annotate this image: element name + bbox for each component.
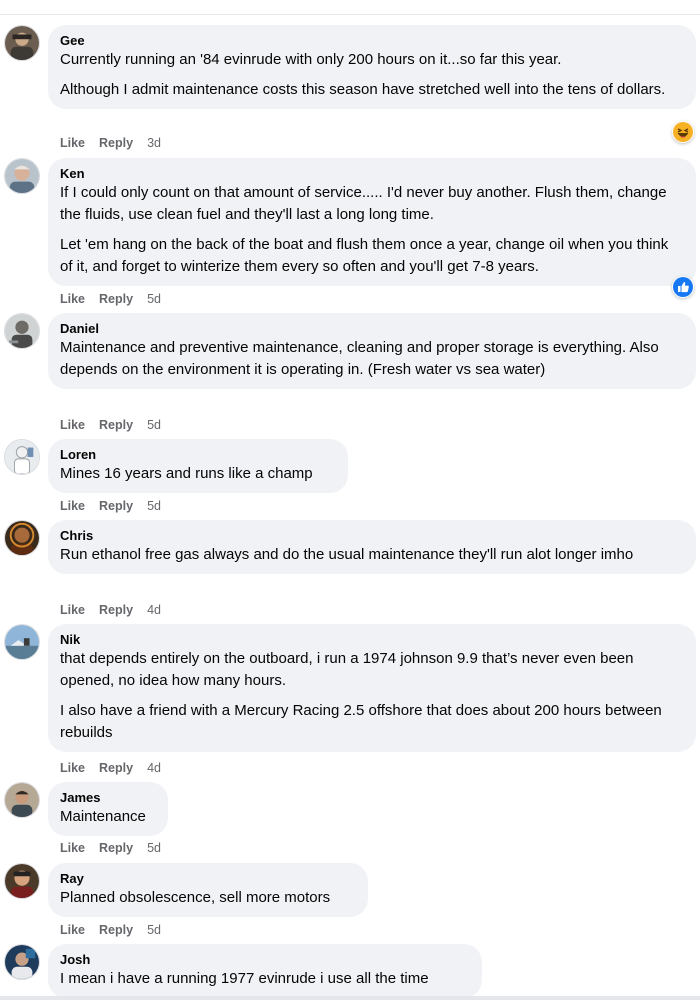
commenter-name[interactable]: Gee bbox=[60, 33, 684, 49]
comment-age[interactable]: 5d bbox=[147, 923, 161, 937]
like-button[interactable]: Like bbox=[60, 603, 85, 617]
comment-age[interactable]: 4d bbox=[147, 603, 161, 617]
commenter-name[interactable]: Loren bbox=[60, 447, 336, 463]
avatar[interactable] bbox=[4, 158, 40, 194]
comment-bubble: Nik that depends entirely on the outboar… bbox=[48, 624, 696, 752]
commenter-name[interactable]: Josh bbox=[60, 952, 470, 968]
comment-text: that depends entirely on the outboard, i… bbox=[60, 650, 634, 689]
comment-text: Maintenance bbox=[60, 808, 146, 825]
comment-text: Currently running an '84 evinrude with o… bbox=[60, 51, 562, 68]
comment-bubble: Ken If I could only count on that amount… bbox=[48, 158, 696, 286]
scrollbar-track[interactable] bbox=[0, 996, 700, 1000]
commenter-name[interactable]: Nik bbox=[60, 632, 684, 648]
like-button[interactable]: Like bbox=[60, 761, 85, 775]
comment-actions: Like Reply 3d bbox=[60, 135, 161, 151]
comment-bubble: James Maintenance bbox=[48, 782, 168, 836]
comment-actions: Like Reply 5d bbox=[60, 840, 161, 856]
comment-age[interactable]: 3d bbox=[147, 136, 161, 150]
reply-button[interactable]: Reply bbox=[99, 499, 133, 513]
comment-age[interactable]: 5d bbox=[147, 499, 161, 513]
comment-actions: Like Reply 5d bbox=[60, 417, 161, 433]
comment-actions: Like Reply 5d bbox=[60, 291, 161, 307]
avatar[interactable] bbox=[4, 944, 40, 980]
commenter-name[interactable]: Chris bbox=[60, 528, 684, 544]
reply-button[interactable]: Reply bbox=[99, 761, 133, 775]
reply-button[interactable]: Reply bbox=[99, 923, 133, 937]
comment-bubble: Chris Run ethanol free gas always and do… bbox=[48, 520, 696, 574]
comment-actions: Like Reply 5d bbox=[60, 922, 161, 938]
reply-button[interactable]: Reply bbox=[99, 136, 133, 150]
avatar[interactable] bbox=[4, 439, 40, 475]
comment-text: Let 'em hang on the back of the boat and… bbox=[60, 236, 669, 275]
reply-button[interactable]: Reply bbox=[99, 418, 133, 432]
avatar[interactable] bbox=[4, 782, 40, 818]
comment-text: I mean i have a running 1977 evinrude i … bbox=[60, 970, 429, 987]
comment-actions: Like Reply 4d bbox=[60, 760, 161, 776]
top-divider bbox=[0, 14, 700, 15]
commenter-name[interactable]: Ken bbox=[60, 166, 684, 182]
comment-text: Run ethanol free gas always and do the u… bbox=[60, 546, 634, 563]
comment-actions: Like Reply 4d bbox=[60, 602, 161, 618]
comment-bubble: Josh I mean i have a running 1977 evinru… bbox=[48, 944, 482, 998]
comment-bubble: Daniel Maintenance and preventive mainte… bbox=[48, 313, 696, 389]
comment-text: I also have a friend with a Mercury Raci… bbox=[60, 702, 662, 741]
commenter-name[interactable]: James bbox=[60, 790, 156, 806]
comment-bubble: Gee Currently running an '84 evinrude wi… bbox=[48, 25, 696, 109]
comment-text: Maintenance and preventive maintenance, … bbox=[60, 339, 659, 378]
reply-button[interactable]: Reply bbox=[99, 292, 133, 306]
commenter-name[interactable]: Daniel bbox=[60, 321, 684, 337]
avatar[interactable] bbox=[4, 313, 40, 349]
comment-text: Although I admit maintenance costs this … bbox=[60, 81, 666, 98]
like-button[interactable]: Like bbox=[60, 136, 85, 150]
avatar[interactable] bbox=[4, 520, 40, 556]
comment-age[interactable]: 5d bbox=[147, 292, 161, 306]
avatar[interactable] bbox=[4, 25, 40, 61]
commenter-name[interactable]: Ray bbox=[60, 871, 356, 887]
comment-text: If I could only count on that amount of … bbox=[60, 184, 667, 223]
comment-text: Planned obsolescence, sell more motors bbox=[60, 889, 331, 906]
comment-bubble: Loren Mines 16 years and runs like a cha… bbox=[48, 439, 348, 493]
reply-button[interactable]: Reply bbox=[99, 603, 133, 617]
comment-age[interactable]: 5d bbox=[147, 841, 161, 855]
like-button[interactable]: Like bbox=[60, 418, 85, 432]
comment-age[interactable]: 5d bbox=[147, 418, 161, 432]
like-button[interactable]: Like bbox=[60, 923, 85, 937]
comment-actions: Like Reply 5d bbox=[60, 498, 161, 514]
like-icon[interactable] bbox=[672, 276, 694, 298]
haha-icon[interactable] bbox=[672, 121, 694, 143]
comment-bubble: Ray Planned obsolescence, sell more moto… bbox=[48, 863, 368, 917]
like-button[interactable]: Like bbox=[60, 841, 85, 855]
avatar[interactable] bbox=[4, 624, 40, 660]
comment-age[interactable]: 4d bbox=[147, 761, 161, 775]
reply-button[interactable]: Reply bbox=[99, 841, 133, 855]
like-button[interactable]: Like bbox=[60, 499, 85, 513]
comment-text: Mines 16 years and runs like a champ bbox=[60, 465, 313, 482]
avatar[interactable] bbox=[4, 863, 40, 899]
like-button[interactable]: Like bbox=[60, 292, 85, 306]
